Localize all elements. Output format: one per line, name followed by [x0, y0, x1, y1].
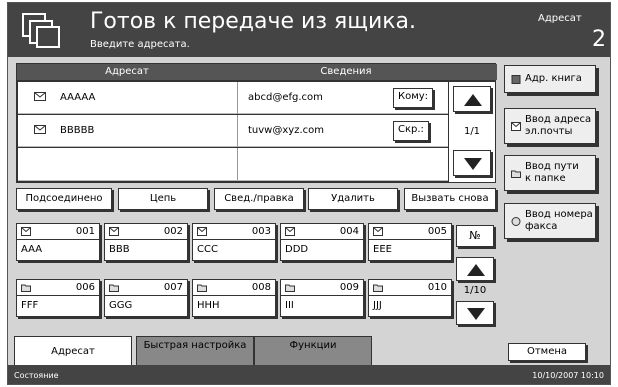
folder-icon [197, 284, 207, 292]
table-row[interactable]: AAAAA abcd@efg.com Кому: [18, 82, 448, 114]
cancel-button[interactable]: Отмена [508, 343, 586, 361]
folder-icon [21, 284, 31, 292]
date-time: 10/10/2007 10:10 [532, 371, 604, 380]
one-touch-key[interactable]: 008 HHH [192, 279, 276, 317]
one-touch-key[interactable]: 003 CCC [192, 223, 276, 261]
arrow-up-icon [467, 264, 485, 276]
page-indicator: 1/1 [463, 126, 481, 137]
mail-icon [285, 227, 295, 236]
one-touch-key[interactable]: 006 FFF [16, 279, 100, 317]
tab-destination[interactable]: Адресат [14, 336, 132, 366]
arrow-up-icon [464, 94, 482, 106]
connected-button[interactable]: Подсоединено [16, 188, 112, 210]
mail-icon [34, 125, 46, 134]
delete-button[interactable]: Удалить [308, 188, 398, 210]
one-touch-key[interactable]: 004 DDD [280, 223, 364, 261]
destination-count-label: Адресат [538, 13, 582, 24]
destination-name: AAAAA [60, 92, 96, 103]
destination-name: BBBBB [60, 125, 95, 136]
folder-icon [109, 284, 119, 292]
one-touch-key-panel: 001 AAA 002 BBB 003 CCC 004 DDD 005 EEE [16, 217, 496, 325]
one-touch-key[interactable]: 009 III [280, 279, 364, 317]
one-touch-key[interactable]: 005 EEE [368, 223, 452, 261]
mail-icon [34, 92, 46, 101]
fax-icon [511, 217, 521, 226]
arrow-down-icon [467, 308, 485, 320]
recipient-type-button[interactable]: Скр.: [393, 121, 429, 141]
folder-path-button[interactable]: Ввод пути к папке [504, 155, 596, 191]
column-header-destination: Адресат [105, 66, 149, 77]
table-pager: 1/1 [449, 82, 495, 182]
one-touch-key[interactable]: 002 BBB [104, 223, 188, 261]
recall-button[interactable]: Вызвать снова [404, 188, 496, 210]
chain-button[interactable]: Цепь [118, 188, 208, 210]
one-touch-key[interactable]: 010 JJJ [368, 279, 452, 317]
page-title: Готов к передаче из ящика. [90, 9, 417, 34]
destination-address: abcd@efg.com [248, 92, 323, 103]
grid-page-indicator: 1/10 [463, 285, 487, 296]
recipient-type-button[interactable]: Кому: [393, 88, 434, 108]
destination-table: Адресат Сведения AAAAA abcd@efg.com Кому… [16, 63, 497, 183]
mail-icon [373, 227, 383, 236]
number-search-button[interactable]: № [456, 225, 494, 247]
arrow-down-icon [464, 158, 482, 170]
mail-icon [21, 227, 31, 236]
device-screen: Готов к передаче из ящика. Введите адрес… [7, 2, 611, 385]
table-row[interactable]: BBBBB tuvw@xyz.com Скр.: [18, 115, 448, 147]
details-edit-button[interactable]: Свед./правка [214, 188, 304, 210]
page-subtitle: Введите адресата. [90, 39, 190, 50]
mail-icon [109, 227, 119, 236]
address-book-icon [511, 75, 521, 84]
grid-scroll-up-button[interactable] [456, 257, 494, 281]
document-box-icon [22, 13, 60, 48]
tab-quick-setup[interactable]: Быстрая настройка [136, 336, 254, 366]
one-touch-key[interactable]: 001 AAA [16, 223, 100, 261]
address-book-button[interactable]: Адр. книга [504, 65, 596, 93]
grid-scroll-down-button[interactable] [456, 301, 494, 325]
scroll-up-button[interactable] [453, 86, 491, 112]
header-bar: Готов к передаче из ящика. Введите адрес… [8, 3, 610, 57]
status-button[interactable]: Состояние [14, 371, 59, 380]
mail-icon [511, 122, 521, 131]
mail-icon [197, 227, 207, 236]
folder-icon [285, 284, 295, 292]
scroll-down-button[interactable] [453, 150, 491, 176]
email-entry-button[interactable]: Ввод адреса эл.почты [504, 108, 596, 144]
destination-address: tuvw@xyz.com [248, 125, 324, 136]
fax-number-button[interactable]: Ввод номера факса [504, 203, 596, 239]
one-touch-key[interactable]: 007 GGG [104, 279, 188, 317]
column-header-details: Сведения [320, 66, 372, 77]
table-row-empty[interactable] [18, 148, 448, 181]
status-bar: Состояние 10/10/2007 10:10 [8, 365, 610, 384]
table-header: Адресат Сведения [17, 64, 497, 80]
tab-functions[interactable]: Функции [254, 336, 372, 366]
destination-count: 2 [592, 27, 606, 52]
folder-icon [511, 170, 521, 178]
folder-icon [373, 284, 383, 292]
